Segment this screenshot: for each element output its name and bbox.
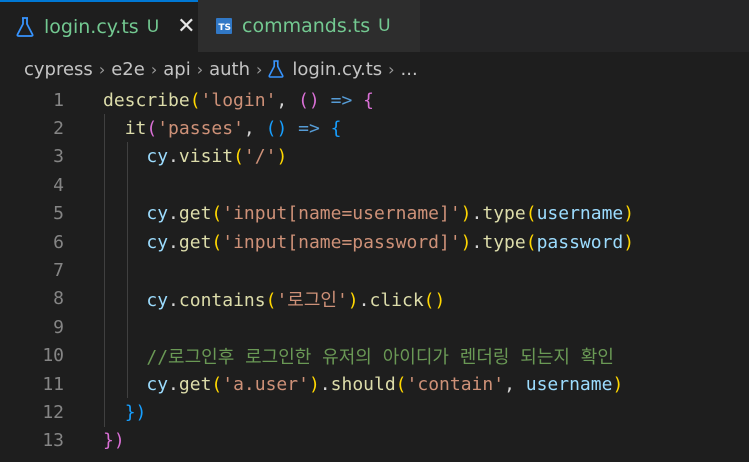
chevron-right-icon: ›	[150, 59, 158, 79]
tab-label: login.cy.ts	[44, 16, 139, 38]
line-number: 4	[53, 174, 64, 196]
line-number: 6	[53, 231, 64, 253]
flask-icon	[16, 17, 34, 37]
close-icon[interactable]: ✕	[177, 16, 195, 38]
line-number: 12	[42, 402, 64, 424]
line-number: 2	[53, 118, 64, 140]
code-comment: //로그인후 로그인한 유저의 아이디가 렌더링 되는지 확인	[146, 346, 614, 368]
code-editor[interactable]: 1 describe('login', () => { 2 it('passes…	[0, 86, 749, 462]
tab-bar: login.cy.ts U ✕ TS commands.ts U	[0, 0, 749, 52]
line-number: 10	[42, 345, 64, 367]
tab-commands-ts[interactable]: TS commands.ts U	[198, 0, 420, 52]
line-number: 11	[42, 373, 64, 395]
code-text[interactable]: cy.get('a.user').should('contain', usern…	[103, 374, 623, 395]
tab-login-cy-ts[interactable]: login.cy.ts U ✕	[0, 0, 198, 52]
breadcrumb-item-cypress[interactable]: cypress	[24, 59, 93, 80]
chevron-right-icon: ›	[196, 59, 204, 79]
typescript-icon: TS	[216, 18, 232, 34]
chevron-right-icon: ›	[256, 59, 263, 79]
chevron-right-icon: ›	[388, 59, 395, 79]
code-text[interactable]: cy.visit('/')	[103, 146, 287, 167]
code-text[interactable]: })	[103, 402, 147, 423]
code-text[interactable]: cy.get('input[name=password]').type(pass…	[103, 232, 634, 253]
line-number: 3	[53, 146, 64, 168]
untracked-badge: U	[378, 16, 391, 36]
tab-label: commands.ts	[242, 15, 371, 37]
code-text[interactable]: cy.get('input[name=username]').type(user…	[103, 203, 634, 224]
flask-icon	[268, 60, 284, 78]
chevron-right-icon: ›	[98, 59, 106, 79]
code-text[interactable]: it('passes', () => {	[103, 118, 342, 139]
line-number: 8	[53, 288, 64, 310]
breadcrumb-item-symbols[interactable]: ...	[401, 59, 418, 80]
breadcrumb-item-e2e[interactable]: e2e	[111, 59, 145, 80]
code-text[interactable]: cy.contains('로그인').click()	[103, 286, 445, 312]
breadcrumb-item-file[interactable]: login.cy.ts	[292, 59, 382, 80]
line-number: 13	[42, 430, 64, 452]
untracked-badge: U	[146, 17, 160, 37]
code-text[interactable]: describe('login', () => {	[103, 90, 374, 111]
breadcrumb-item-api[interactable]: api	[163, 59, 190, 80]
line-number: 7	[53, 260, 64, 282]
code-text[interactable]: //로그인후 로그인한 유저의 아이디가 렌더링 되는지 확인	[103, 343, 614, 369]
breadcrumb-item-auth[interactable]: auth	[209, 59, 250, 80]
line-number: 1	[53, 89, 64, 111]
line-number: 5	[53, 203, 64, 225]
code-text[interactable]: })	[103, 430, 125, 451]
breadcrumb: cypress › e2e › api › auth › login.cy.ts…	[0, 52, 749, 86]
line-number: 9	[53, 316, 64, 338]
